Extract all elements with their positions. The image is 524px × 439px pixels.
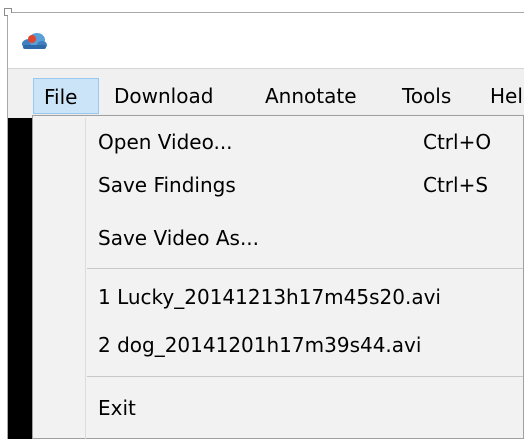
menu-tools[interactable]: Tools	[392, 78, 461, 114]
menu-download[interactable]: Download	[104, 78, 223, 114]
menu-separator	[87, 268, 523, 269]
menu-item-recent-file-2[interactable]: 2 dog_20141201h17m39s44.avi	[33, 320, 523, 370]
menu-separator	[87, 376, 523, 377]
menu-item-label: 2 dog_20141201h17m39s44.avi	[98, 333, 422, 357]
menu-item-shortcut: Ctrl+S	[423, 173, 489, 197]
menu-item-label: Save Findings	[98, 173, 236, 197]
menu-help[interactable]: Hel	[480, 78, 524, 114]
menu-item-save-video-as[interactable]: Save Video As...	[33, 213, 523, 263]
menu-item-exit[interactable]: Exit	[33, 383, 523, 433]
menu-file[interactable]: File	[33, 78, 99, 114]
title-bar[interactable]	[8, 13, 524, 68]
menu-item-label: 1 Lucky_20141213h17m45s20.avi	[98, 285, 441, 309]
cloud-app-icon[interactable]	[20, 28, 48, 52]
app-window: File Download Annotate Tools Hel Open Vi…	[0, 0, 524, 439]
menu-item-recent-file-1[interactable]: 1 Lucky_20141213h17m45s20.avi	[33, 272, 523, 322]
menu-item-save-findings[interactable]: Save Findings Ctrl+S	[33, 160, 523, 210]
menu-item-label: Save Video As...	[98, 226, 260, 250]
menu-annotate[interactable]: Annotate	[255, 78, 367, 114]
menu-item-label: Exit	[98, 396, 136, 420]
